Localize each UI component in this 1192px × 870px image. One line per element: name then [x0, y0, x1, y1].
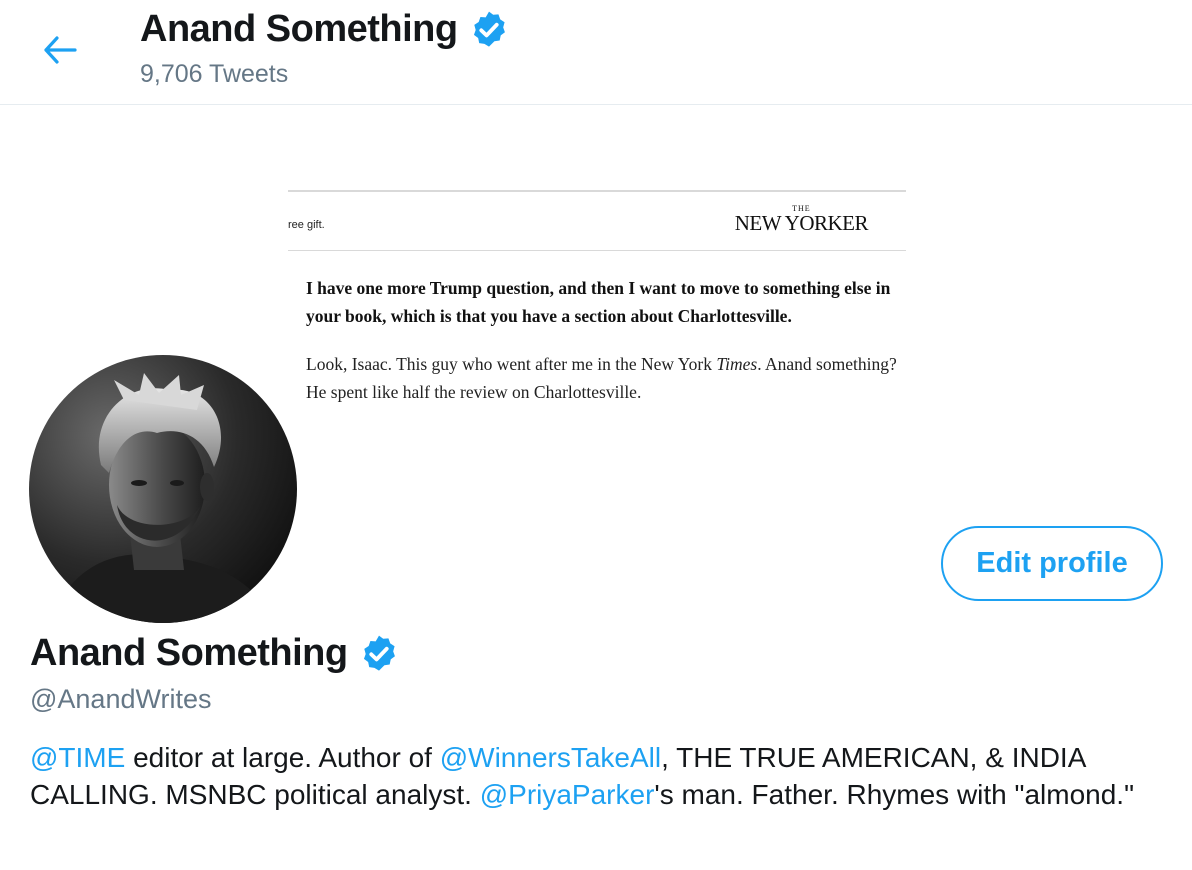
- profile-handle: @AnandWrites: [30, 684, 212, 714]
- header-title: Anand Something: [140, 8, 510, 51]
- header-name: Anand Something: [140, 8, 458, 50]
- profile-name-row: Anand Something: [30, 632, 400, 675]
- mention-link-priyaparker[interactable]: @PriyaParker: [480, 779, 655, 810]
- profile-header: Anand Something 9,706 Tweets: [0, 0, 1192, 105]
- verified-badge-icon: [363, 635, 395, 671]
- banner-gift-text: ree gift.: [288, 219, 325, 231]
- profile-banner[interactable]: ree gift. THE NEW YORKER I have one more…: [288, 190, 906, 420]
- tweet-count: 9,706 Tweets: [140, 60, 289, 88]
- answer-italic: Times: [716, 354, 758, 374]
- edit-profile-button[interactable]: Edit profile: [941, 526, 1163, 601]
- avatar-photo: [29, 355, 297, 623]
- back-button[interactable]: [36, 26, 84, 74]
- avatar[interactable]: [29, 355, 297, 623]
- profile-name: Anand Something: [30, 632, 348, 674]
- answer-text-1: Look, Isaac. This guy who went after me …: [306, 354, 717, 374]
- verified-badge-icon: [473, 11, 505, 47]
- logo-name-text: NEW YORKER: [734, 211, 869, 235]
- arrow-left-icon: [44, 36, 77, 64]
- interview-question: I have one more Trump question, and then…: [306, 278, 891, 326]
- new-yorker-logo: THE NEW YORKER: [734, 204, 869, 235]
- banner-divider: [288, 190, 906, 192]
- bio-text: editor at large. Author of: [125, 742, 440, 773]
- mention-link-winnerstakeall[interactable]: @WinnersTakeAll: [440, 742, 661, 773]
- banner-rule: [288, 250, 906, 251]
- interview-answer: Look, Isaac. This guy who went after me …: [306, 350, 906, 406]
- bio-text: 's man. Father. Rhymes with "almond.": [654, 779, 1135, 810]
- profile-bio: @TIME editor at large. Author of @Winner…: [30, 739, 1170, 813]
- mention-link-time[interactable]: @TIME: [30, 742, 125, 773]
